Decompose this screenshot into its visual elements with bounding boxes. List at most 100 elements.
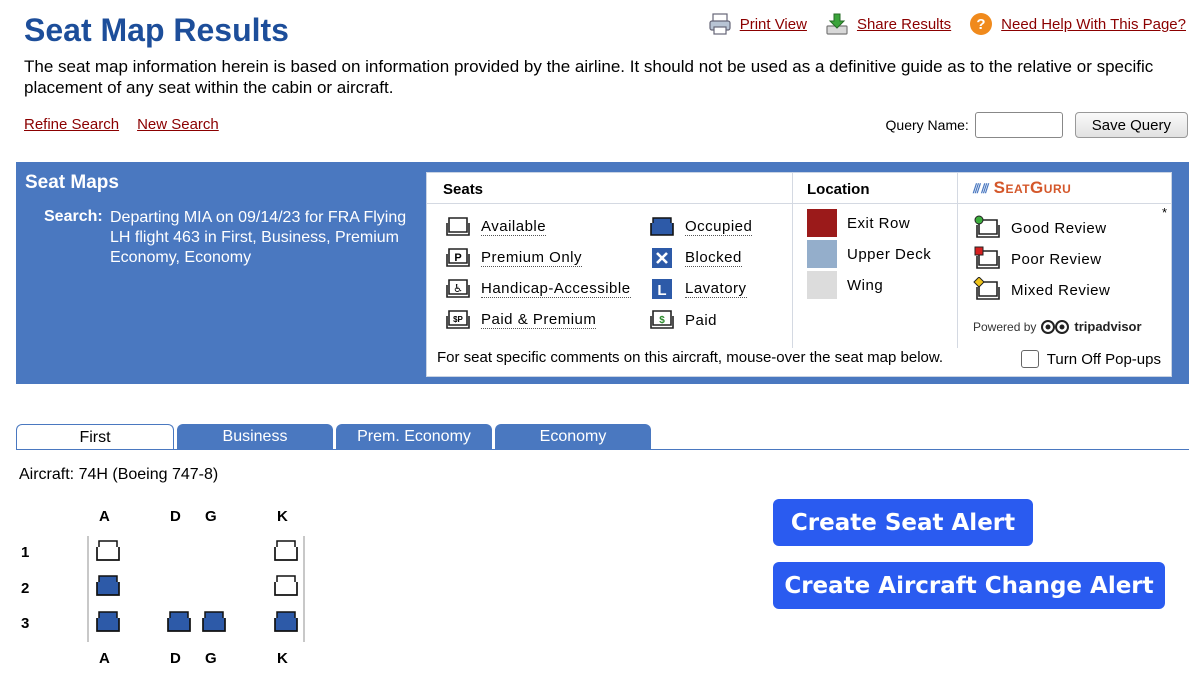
row-label: 2 [21,580,30,597]
query-name-input[interactable] [974,112,1063,138]
query-name-label: Query Name: [885,117,969,133]
seat-2A-occupied[interactable] [94,573,122,599]
legend-label: Blocked [685,249,742,267]
seat-legend: Seats Location ⫻⫻ SeatGuru * Available P… [426,172,1172,377]
svg-text:P: P [454,252,461,264]
column-label: K [277,508,288,525]
seat-3G-occupied[interactable] [200,609,228,635]
legend-lavatory: L Lavatory [649,277,747,301]
legend-label: Premium Only [481,249,583,267]
query-form: Query Name: Save Query [886,112,1188,138]
legend-label: Exit Row [847,214,911,232]
legend-exit-row: Exit Row [807,209,910,237]
create-seat-alert-button[interactable]: Create Seat Alert [773,499,1033,546]
legend-good-review: Good Review [973,215,1107,241]
seat-3D-occupied[interactable] [165,609,193,635]
panel-title: Seat Maps [25,172,119,193]
legend-handicap: ♿ Handicap-Accessible [445,277,631,301]
legend-premium-only: P Premium Only [445,246,583,270]
seat-maps-panel: Seat Maps Search: Departing MIA on 09/14… [16,162,1189,384]
help-link[interactable]: ? Need Help With This Page? [969,12,1186,36]
cabin-wall-right [303,536,305,642]
legend-label: Paid [685,311,718,329]
legend-mixed-review: Mixed Review [973,277,1110,303]
tab-underline [16,449,1189,450]
location-heading: Location [807,181,870,198]
create-aircraft-change-alert-button[interactable]: Create Aircraft Change Alert [773,562,1165,609]
seat-1A-available[interactable] [94,538,122,564]
seat-2K-available[interactable] [272,573,300,599]
occupied-seat-icon [650,217,674,236]
print-view-label: Print View [739,15,807,33]
help-label: Need Help With This Page? [1001,15,1186,33]
column-label: D [170,650,181,667]
tab-prem-economy[interactable]: Prem. Economy [336,424,492,450]
seats-heading: Seats [443,181,484,198]
legend-divider [427,203,1171,204]
legend-wing: Wing [807,271,883,299]
svg-text:$P: $P [453,315,463,324]
occupied-seat-icon [167,611,191,632]
tab-first[interactable]: First [16,424,174,450]
legend-label: Upper Deck [847,245,932,263]
svg-text:♿: ♿ [453,282,463,295]
legend-label: Poor Review [1011,250,1102,268]
column-label: D [170,508,181,525]
seat-3K-occupied[interactable] [272,609,300,635]
available-seat-icon [274,540,298,561]
seat-map: A D G K 1 2 3 A D G K [0,500,340,680]
powered-by-label: Powered by [973,319,1037,334]
tripadvisor-logo: tripadvisor [1074,319,1142,334]
printer-icon [709,13,731,35]
legend-divider [792,173,793,348]
print-view-link[interactable]: Print View [708,12,807,36]
legend-occupied: Occupied [649,215,753,239]
new-search-link[interactable]: New Search [137,116,219,133]
svg-text:?: ? [977,16,986,33]
refine-search-link[interactable]: Refine Search [24,116,119,133]
row-label: 3 [21,615,30,632]
legend-upper-deck: Upper Deck [807,240,931,268]
column-label: G [205,650,217,667]
svg-text:L: L [657,282,666,299]
legend-label: Handicap-Accessible [481,280,631,298]
asterisk-note: * [1161,205,1167,220]
save-query-button[interactable]: Save Query [1074,112,1188,138]
share-results-link[interactable]: Share Results [825,12,951,36]
legend-label: Occupied [685,218,753,236]
column-label: G [205,508,217,525]
row-label: 1 [21,544,30,561]
disclaimer-text: The seat map information herein is based… [24,57,1154,97]
occupied-seat-icon [96,575,120,596]
upper-deck-swatch [807,240,837,268]
good-review-icon [974,215,1000,238]
tab-economy[interactable]: Economy [495,424,651,450]
paid-seat-icon: $ [650,310,674,329]
cabin-tabs: First Business Prem. Economy Economy [16,424,651,450]
top-links: Print View Share Results ? Need Help Wit… [708,12,1186,36]
turn-off-popups-checkbox[interactable]: Turn Off Pop-ups [1020,350,1161,368]
cabin-wall-left [87,536,89,642]
paid-premium-seat-icon: $P [446,310,470,329]
search-label: Search: [44,208,103,225]
turn-off-popups-label: Turn Off Pop-ups [1046,350,1161,368]
legend-footer-text: For seat specific comments on this aircr… [437,349,944,366]
available-seat-icon [274,575,298,596]
search-nav: Refine Search New Search [24,116,219,133]
poor-review-icon [974,246,1000,269]
available-seat-icon [96,540,120,561]
powered-by-tripadvisor: Powered by tripadvisor [973,319,1142,334]
svg-text:$: $ [659,315,665,326]
seat-1K-available[interactable] [272,538,300,564]
legend-available: Available [445,215,547,239]
search-summary: Departing MIA on 09/14/23 for FRA Flying… [110,209,407,266]
legend-paid: $ Paid [649,308,717,332]
help-icon: ? [970,13,993,35]
seat-3A-occupied[interactable] [94,609,122,635]
blocked-seat-icon [652,248,672,268]
tab-business[interactable]: Business [177,424,333,450]
checkbox-box[interactable] [1020,350,1039,368]
column-label: A [99,650,110,667]
handicap-seat-icon: ♿ [446,279,470,298]
legend-label: Good Review [1011,219,1107,237]
